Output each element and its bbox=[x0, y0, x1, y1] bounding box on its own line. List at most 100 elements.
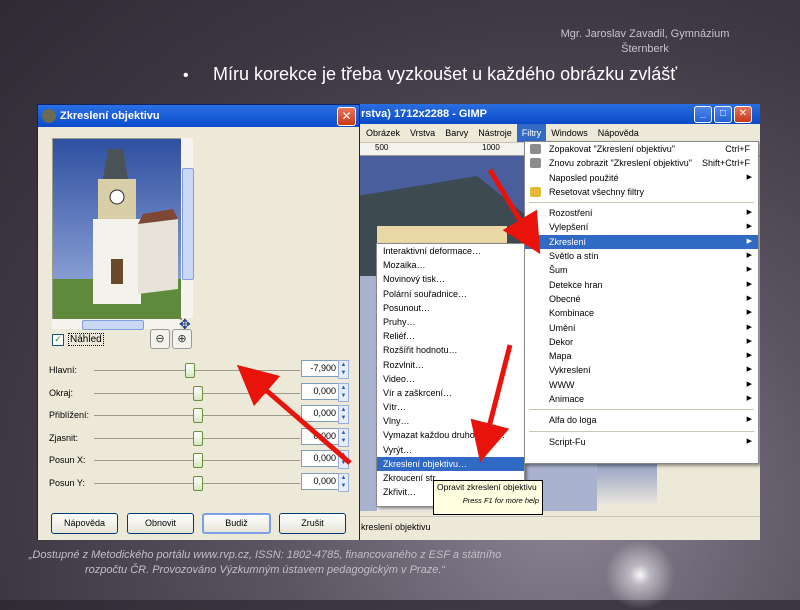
menu-item[interactable]: Kombinace ▶ bbox=[525, 306, 758, 320]
menu-item[interactable]: Reliéf… bbox=[377, 329, 524, 343]
submenu-arrow-icon: ▶ bbox=[746, 352, 752, 360]
menu-windows[interactable]: Windows bbox=[546, 124, 593, 142]
scroll-thumb[interactable] bbox=[82, 320, 144, 330]
slider-knob[interactable] bbox=[184, 363, 195, 378]
menu-item[interactable]: Rozšířit hodnotu… bbox=[377, 343, 524, 357]
menu-item[interactable]: Zkreslení ▶ bbox=[525, 234, 758, 250]
gimp-title: rstva) 1712x2288 - GIMP bbox=[361, 108, 487, 120]
menu-item-label: Polární souřadnice… bbox=[383, 288, 468, 299]
slider-knob[interactable] bbox=[193, 430, 203, 446]
dialog-close-button[interactable]: ✕ bbox=[337, 107, 356, 126]
menu-item[interactable]: Vylepšení ▶ bbox=[525, 220, 758, 234]
spin-arrows-icon[interactable]: ▲ ▼ bbox=[338, 427, 349, 447]
menu-obrázek[interactable]: Obrázek bbox=[361, 124, 405, 142]
menu-item[interactable]: Interaktivní deformace… bbox=[377, 244, 524, 258]
menu-item-label: Rozvlnit… bbox=[383, 359, 425, 370]
preview-vertical-scrollbar[interactable] bbox=[181, 138, 194, 318]
menu-item[interactable]: Video… bbox=[377, 372, 524, 386]
menu-item[interactable]: Pruhy… bbox=[377, 315, 524, 329]
spin-arrows-icon[interactable]: ▲ ▼ bbox=[338, 450, 349, 470]
scroll-thumb[interactable] bbox=[182, 168, 194, 280]
value-spinbox[interactable]: 0,000 bbox=[301, 427, 339, 445]
menu-item[interactable]: Detekce hran ▶ bbox=[525, 278, 758, 292]
gimp-app-icon bbox=[42, 109, 56, 123]
menu-barvy[interactable]: Barvy bbox=[440, 124, 473, 142]
menu-vrstva[interactable]: Vrstva bbox=[405, 124, 440, 142]
spin-arrows-icon[interactable]: ▲ ▼ bbox=[338, 405, 349, 425]
value-spinbox[interactable]: 0,000 bbox=[301, 382, 339, 400]
menu-item[interactable]: Zopakovat "Zkreslení objektivu" Ctrl+F bbox=[525, 142, 758, 156]
menu-item[interactable]: Dekor ▶ bbox=[525, 335, 758, 349]
menu-item-label: Mozaika… bbox=[383, 260, 426, 271]
menu-shortcut: Ctrl+F bbox=[725, 144, 750, 154]
slider-knob[interactable] bbox=[193, 408, 203, 424]
menu-item[interactable]: Rozostření ▶ bbox=[525, 206, 758, 220]
menu-item[interactable]: Posunout… bbox=[377, 301, 524, 315]
slider-knob[interactable] bbox=[193, 476, 203, 491]
menu-item[interactable]: Alfa do loga ▶ bbox=[525, 413, 758, 427]
dialog-titlebar: Zkreslení objektivu ✕ bbox=[38, 105, 359, 127]
slider-knob[interactable] bbox=[193, 453, 203, 469]
menu-item[interactable]: Obecné ▶ bbox=[525, 292, 758, 306]
zoom-out-icon[interactable]: ⊖ bbox=[150, 329, 170, 349]
menu-item[interactable]: Zkreslení objektivu… bbox=[377, 456, 524, 471]
menu-item[interactable]: Mapa ▶ bbox=[525, 349, 758, 363]
ok-button[interactable]: Budiž bbox=[202, 513, 271, 534]
menu-item[interactable]: Světlo a stín ▶ bbox=[525, 249, 758, 263]
value-spinbox[interactable]: 0,000 bbox=[301, 405, 339, 423]
menu-item[interactable]: Umění ▶ bbox=[525, 321, 758, 335]
slider-knob[interactable] bbox=[193, 385, 203, 401]
minimize-button[interactable]: _ bbox=[694, 106, 712, 123]
preview-horizontal-scrollbar[interactable] bbox=[52, 319, 180, 330]
slider-label: Hlavní: bbox=[49, 365, 78, 375]
spin-arrows-icon[interactable]: ▲ ▼ bbox=[338, 360, 349, 379]
screenshot: rstva) 1712x2288 - GIMP _ □ ✕ Obrázek Vrs… bbox=[37, 104, 760, 540]
menu-nástroje[interactable]: Nástroje bbox=[473, 124, 517, 142]
preview-toggle[interactable]: ✓ Náhled bbox=[52, 333, 104, 346]
preview-checkbox[interactable]: ✓ bbox=[52, 333, 64, 346]
menu-item-label: Interaktivní deformace… bbox=[383, 246, 482, 256]
spin-arrows-icon[interactable]: ▲ ▼ bbox=[338, 473, 349, 492]
slider-track[interactable] bbox=[94, 370, 300, 371]
menu-item[interactable]: Polární souřadnice… bbox=[377, 287, 524, 301]
menu-item-label: Mapa bbox=[549, 351, 572, 362]
menu-item[interactable]: Vír a zaškrcení… bbox=[377, 386, 524, 400]
submenu-arrow-icon: ▶ bbox=[746, 380, 752, 388]
submenu-arrow-icon: ▶ bbox=[746, 173, 752, 181]
reset-button[interactable]: Obnovit bbox=[127, 513, 194, 534]
submenu-arrow-icon: ▶ bbox=[746, 294, 752, 302]
menu-item[interactable]: Znovu zobrazit "Zkreslení objektivu" Shif… bbox=[525, 156, 758, 170]
menu-item[interactable]: Animace ▶ bbox=[525, 392, 758, 406]
menu-item[interactable]: WWW ▶ bbox=[525, 378, 758, 392]
menu-shortcut: Shift+Ctrl+F bbox=[701, 158, 750, 169]
menu-item[interactable]: Novinový tisk… bbox=[377, 272, 524, 286]
menu-item[interactable]: Šum ▶ bbox=[525, 263, 758, 277]
cancel-button[interactable]: Zrušit bbox=[279, 513, 346, 534]
maximize-button[interactable]: □ bbox=[714, 106, 732, 123]
zoom-in-icon[interactable]: ⊕ bbox=[172, 329, 192, 349]
menu-nápověda[interactable]: Nápověda bbox=[593, 124, 644, 142]
menu-item[interactable]: Vykreslení ▶ bbox=[525, 363, 758, 377]
menu-item[interactable]: Mozaika… bbox=[377, 258, 524, 272]
menu-item[interactable]: Naposled použité ▶ bbox=[525, 171, 758, 185]
preview-label[interactable]: Náhled bbox=[68, 333, 104, 346]
spin-arrows-icon[interactable]: ▲ ▼ bbox=[338, 382, 349, 402]
menu-item-label: Vykreslení bbox=[549, 365, 591, 376]
menu-item[interactable]: Resetovat všechny filtry bbox=[525, 185, 758, 199]
menu-item[interactable]: Script-Fu ▶ bbox=[525, 435, 758, 449]
menu-item[interactable]: Vymazat každou druhou …u… bbox=[377, 428, 524, 442]
value-spinbox[interactable]: 0,000 bbox=[301, 473, 339, 490]
menu-item-label: Vír a zaškrcení… bbox=[383, 387, 453, 398]
menu-separator bbox=[529, 430, 754, 432]
value-spinbox[interactable]: 0,000 bbox=[301, 450, 339, 468]
menu-item[interactable]: Vlny… bbox=[377, 414, 524, 428]
menu-item[interactable]: Rozvlnit… bbox=[377, 358, 524, 372]
menu-item[interactable]: Vyrýt… bbox=[377, 443, 524, 457]
menu-item-label: Zkreslení bbox=[549, 236, 587, 247]
value-spinbox[interactable]: -7,900 bbox=[301, 360, 339, 377]
help-button[interactable]: Nápověda bbox=[51, 513, 118, 534]
menu-item[interactable]: Vítr… bbox=[377, 400, 524, 414]
menu-item-label: Zkreslení objektivu… bbox=[383, 458, 468, 469]
menu-filtry[interactable]: Filtry bbox=[516, 124, 547, 142]
close-button[interactable]: ✕ bbox=[734, 106, 752, 123]
